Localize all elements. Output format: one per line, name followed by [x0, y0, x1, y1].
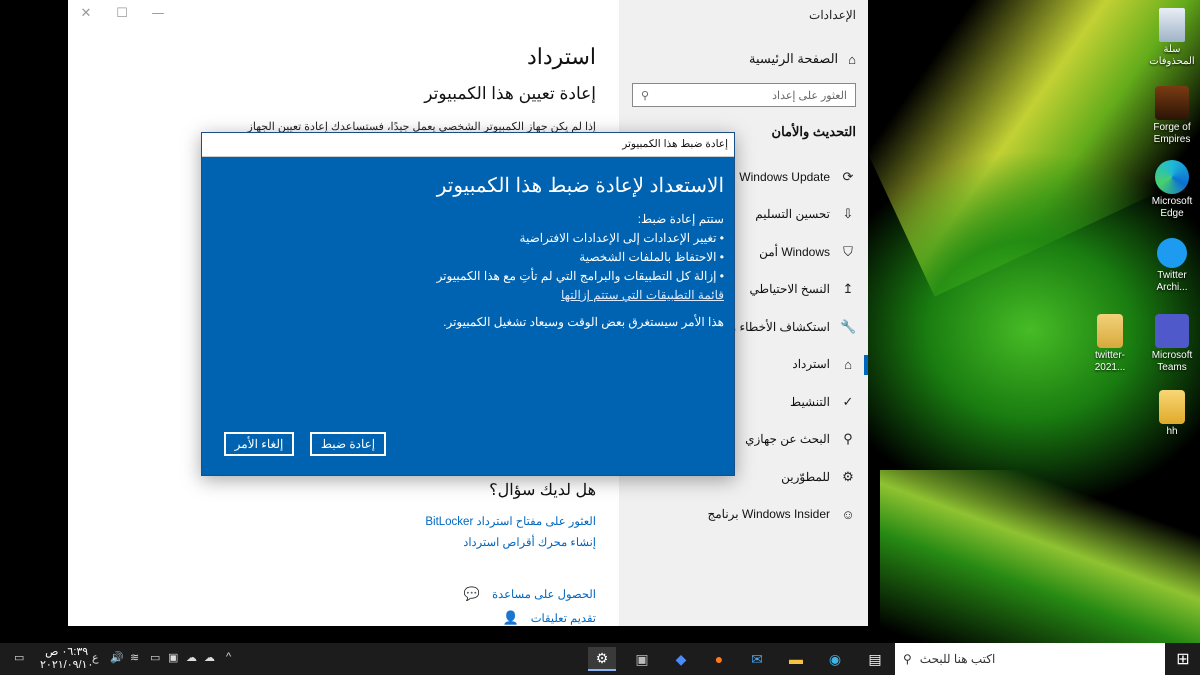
desktop-icon-hh[interactable]: hh: [1142, 390, 1200, 438]
feedback-icon: 👤: [502, 610, 519, 625]
onedrive-alt-icon[interactable]: ☁: [186, 651, 197, 664]
taskbar-clock[interactable]: ٠٦:٣٩ ص ٢٠٢١/٠٩/١٠: [40, 646, 93, 672]
shield-icon: ⛉: [843, 243, 853, 259]
task-view-icon[interactable]: ▤: [862, 647, 888, 671]
dialog-bullet: • الاحتفاظ بالملفات الشخصية: [579, 250, 724, 264]
dialog-body: الاستعداد لإعادة ضبط هذا الكمبيوتر ستتم …: [224, 173, 724, 329]
volume-icon[interactable]: 🔊: [110, 651, 124, 664]
cancel-button[interactable]: إلغاء الأمر: [224, 432, 294, 456]
refresh-icon: ⟳: [842, 168, 854, 184]
desktop-icon-forge[interactable]: Forge of Empires: [1142, 86, 1200, 146]
settings-taskbar-icon[interactable]: ⚙: [588, 647, 616, 671]
dialog-bullet: • إزالة كل التطبيقات والبرامج التي لم تأ…: [436, 269, 724, 283]
app-tray-icon[interactable]: ▣: [168, 651, 178, 664]
forge-of-empires-icon: [1155, 86, 1189, 120]
dialog-note: هذا الأمر سيستغرق بعض الوقت وسيعاد تشغيل…: [443, 315, 724, 329]
desktop-icon-edge[interactable]: Microsoft Edge: [1142, 160, 1200, 220]
dialog-titlebar: إعادة ضبط هذا الكمبيوتر: [202, 133, 734, 157]
dialog-intro: ستتم إعادة ضبط:: [637, 212, 724, 226]
section-subtitle: إعادة تعيين هذا الكمبيوتر: [424, 84, 596, 103]
find-device-icon: ⚲: [843, 431, 853, 447]
twitter-icon: [1157, 238, 1187, 268]
page-title: استرداد: [526, 44, 596, 69]
edge-taskbar-icon[interactable]: ◉: [822, 647, 848, 671]
home-icon: ⌂: [848, 51, 856, 67]
app-title: الإعدادات: [809, 8, 856, 22]
mail-icon[interactable]: ✉: [744, 647, 770, 671]
get-help-link[interactable]: 💬 الحصول على مساعدة: [464, 586, 596, 602]
reset-button[interactable]: إعادة ضبط: [310, 432, 386, 456]
search-icon: ⚲: [641, 89, 650, 102]
bitlocker-key-link[interactable]: العثور على مفتاح استرداد BitLocker: [425, 514, 596, 528]
developer-icon: ⚙: [842, 468, 854, 484]
reset-dialog: إعادة ضبط هذا الكمبيوتر الاستعداد لإعادة…: [201, 132, 735, 476]
chevron-up-icon[interactable]: ^: [226, 651, 231, 663]
taskbar-search[interactable]: ⚲ اكتب هنا للبحث: [895, 643, 1165, 675]
check-circle-icon: ✓: [842, 393, 854, 409]
dialog-bullet: • تغيير الإعدادات إلى الإعدادات الافتراض…: [519, 231, 724, 245]
sidebar-item-insider[interactable]: ☺ برنامج Windows Insider: [619, 496, 868, 534]
wrench-icon: 🔧: [840, 318, 857, 334]
store-icon[interactable]: ▣: [629, 647, 655, 671]
folder-icon: [1159, 390, 1185, 424]
insider-icon: ☺: [841, 506, 855, 522]
firefox-icon[interactable]: ●: [706, 647, 732, 671]
feedback-link[interactable]: 👤 تقديم تعليقات: [503, 610, 596, 626]
search-icon: ⚲: [903, 652, 912, 666]
onedrive-icon[interactable]: ☁: [204, 651, 215, 664]
dropbox-icon[interactable]: ◆: [668, 647, 694, 671]
edge-icon: [1155, 160, 1189, 194]
backup-icon: ↥: [842, 281, 854, 297]
zip-folder-icon: [1097, 314, 1123, 348]
wifi-icon[interactable]: ≋: [130, 651, 139, 664]
recovery-icon: ⌂: [844, 356, 852, 372]
desktop-icon-zip[interactable]: twitter-2021...: [1080, 314, 1140, 374]
start-button[interactable]: ⊞: [1170, 647, 1196, 671]
sidebar-section-title: التحديث والأمان: [771, 124, 856, 139]
recovery-drive-link[interactable]: إنشاء محرك أقراص استرداد: [463, 535, 596, 549]
desktop-icon-teams[interactable]: Microsoft Teams: [1142, 314, 1200, 374]
delivery-icon: ⇩: [842, 206, 854, 222]
battery-icon[interactable]: ▭: [150, 651, 160, 664]
sidebar-home[interactable]: ⌂ الصفحة الرئيسية: [636, 48, 856, 70]
teams-icon: [1155, 314, 1189, 348]
help-chat-icon: 💬: [463, 586, 481, 601]
desktop-icon-recycle-bin[interactable]: سلة المحذوفات: [1142, 8, 1200, 68]
file-explorer-icon[interactable]: ▬: [783, 647, 809, 671]
taskbar: ⊞ ⚲ اكتب هنا للبحث ▤ ◉ ▬ ✉ ● ◆ ▣ ⚙ ^ ☁ ☁…: [0, 643, 1200, 675]
recycle-bin-icon: [1159, 8, 1185, 42]
apps-removed-link[interactable]: قائمة التطبيقات التي ستتم إزالتها: [224, 286, 724, 305]
dialog-heading: الاستعداد لإعادة ضبط هذا الكمبيوتر: [436, 175, 724, 197]
question-heading: هل لديك سؤال؟: [489, 482, 596, 499]
settings-search-input[interactable]: العثور على إعداد ⚲: [632, 83, 856, 107]
desktop-icon-twitter[interactable]: Twitter Archi...: [1142, 238, 1200, 294]
notification-icon[interactable]: ▭: [14, 651, 24, 664]
